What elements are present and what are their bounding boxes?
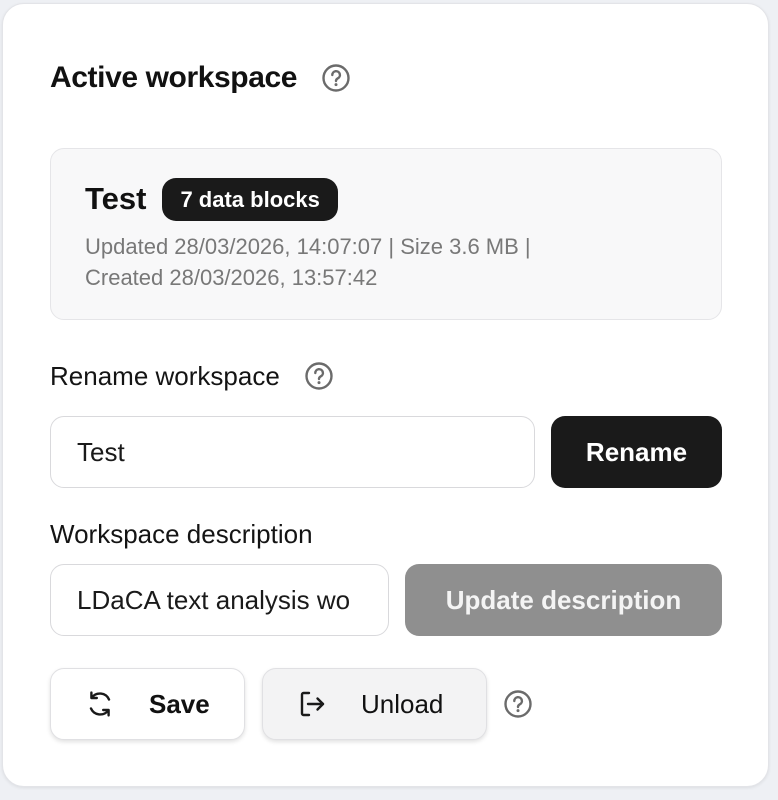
save-button[interactable]: Save (50, 668, 245, 740)
update-description-button[interactable]: Update description (405, 564, 722, 636)
help-icon[interactable] (321, 63, 351, 93)
workspace-meta-created: Created 28/03/2026, 13:57:42 (85, 265, 378, 290)
log-out-icon (297, 689, 327, 719)
help-icon[interactable] (503, 689, 533, 719)
workspace-meta: Updated 28/03/2026, 14:07:07 | Size 3.6 … (85, 231, 645, 293)
description-label: Workspace description (50, 518, 313, 549)
description-label-row: Workspace description (50, 516, 313, 552)
help-icon[interactable] (304, 361, 334, 391)
unload-label: Unload (361, 688, 444, 719)
workspace-meta-updated: Updated 28/03/2026, 14:07:07 | Size 3.6 … (85, 234, 531, 259)
refresh-icon (85, 689, 115, 719)
data-blocks-badge: 7 data blocks (162, 177, 338, 221)
rename-button[interactable]: Rename (551, 416, 722, 488)
save-label: Save (149, 688, 210, 719)
description-input[interactable]: LDaCA text analysis wo (50, 564, 389, 636)
rename-label: Rename workspace (50, 360, 280, 391)
workspace-info-card: Test 7 data blocks Updated 28/03/2026, 1… (50, 148, 722, 320)
rename-label-row: Rename workspace (50, 358, 334, 394)
workspace-name: Test (85, 181, 147, 216)
unload-button[interactable]: Unload (262, 668, 487, 740)
page-title: Active workspace (50, 61, 298, 94)
heading-row: Active workspace (50, 56, 351, 100)
workspace-name-row: Test 7 data blocks (85, 177, 338, 221)
rename-input[interactable]: Test (50, 416, 535, 488)
